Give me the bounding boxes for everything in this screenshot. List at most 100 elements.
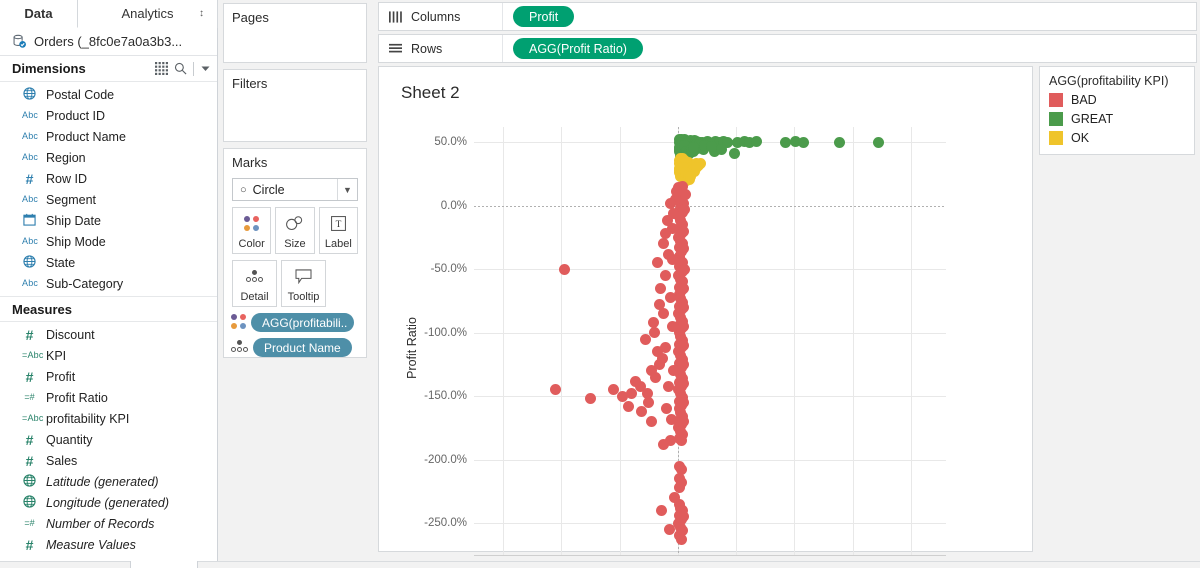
scatter-mark[interactable] xyxy=(797,136,809,148)
scatter-mark[interactable] xyxy=(659,228,671,240)
scatter-mark[interactable] xyxy=(675,534,687,546)
pages-card[interactable]: Pages xyxy=(223,3,367,63)
scatter-mark[interactable] xyxy=(665,291,677,303)
label-button[interactable]: T Label xyxy=(318,207,358,254)
columns-shelf[interactable]: Columns Profit xyxy=(378,2,1197,31)
detail-button[interactable]: Detail xyxy=(232,260,277,307)
dimension-row-id[interactable]: # Row ID xyxy=(0,168,217,189)
hash-icon: # xyxy=(25,431,34,448)
scatter-mark[interactable] xyxy=(585,393,597,405)
dimension-segment[interactable]: Abc Segment xyxy=(0,189,217,210)
scatter-mark[interactable] xyxy=(666,413,678,425)
color-legend[interactable]: AGG(profitability KPI) BAD GREAT OK xyxy=(1039,66,1195,155)
scatter-mark[interactable] xyxy=(670,186,682,198)
legend-item-ok[interactable]: OK xyxy=(1040,131,1194,145)
measure-profit[interactable]: # Profit xyxy=(0,366,217,387)
pill-profit-ratio[interactable]: AGG(Profit Ratio) xyxy=(513,38,643,59)
pill-profit[interactable]: Profit xyxy=(513,6,575,27)
filters-card[interactable]: Filters xyxy=(223,69,367,142)
scatter-plot[interactable]: Profit Ratio Profit -6K-4K-2K0K2K4K6K8K5… xyxy=(405,127,946,568)
sheet-tab[interactable] xyxy=(130,561,198,568)
measure-profitability-kpi[interactable]: =Abc profitability KPI xyxy=(0,408,217,429)
scatter-mark[interactable] xyxy=(667,253,679,265)
bottom-tab-strip[interactable] xyxy=(0,561,1200,568)
dimension-ship-mode[interactable]: Abc Ship Mode xyxy=(0,231,217,252)
mark-pill-color-label[interactable]: AGG(profitabili.. xyxy=(251,313,354,332)
scatter-mark[interactable] xyxy=(649,327,661,339)
chevron-down-icon[interactable]: ▼ xyxy=(337,179,357,200)
dimension-state[interactable]: State xyxy=(0,252,217,273)
measure-discount[interactable]: # Discount xyxy=(0,324,217,345)
dimension-region[interactable]: Abc Region xyxy=(0,147,217,168)
scatter-mark[interactable] xyxy=(654,282,666,294)
worksheet[interactable]: Sheet 2 Profit Ratio Profit -6K-4K-2K0K2… xyxy=(378,66,1033,568)
legend-swatch[interactable] xyxy=(1049,131,1063,145)
datasource-item[interactable]: Orders (_8fc0e7a0a3b3... xyxy=(0,28,217,56)
scatter-mark[interactable] xyxy=(705,140,717,152)
plot-panel[interactable] xyxy=(474,127,946,555)
scatter-mark[interactable] xyxy=(622,400,634,412)
dimension-product-name[interactable]: Abc Product Name xyxy=(0,126,217,147)
measure-number-of-records[interactable]: =# Number of Records xyxy=(0,513,217,534)
hash-icon: # xyxy=(22,328,37,342)
scatter-mark[interactable] xyxy=(650,371,662,383)
scatter-mark[interactable] xyxy=(873,136,885,148)
grid-icon[interactable] xyxy=(155,62,168,75)
legend-swatch[interactable] xyxy=(1049,93,1063,107)
mark-pill-detail-label[interactable]: Product Name xyxy=(253,338,352,357)
measure-measure-values[interactable]: # Measure Values xyxy=(0,534,217,555)
updown-caret-icon[interactable]: ↕ xyxy=(199,8,209,20)
scatter-mark[interactable] xyxy=(660,342,672,354)
search-icon[interactable] xyxy=(174,62,187,75)
scatter-mark[interactable] xyxy=(652,257,664,269)
scatter-mark[interactable] xyxy=(662,380,674,392)
tooltip-button[interactable]: Tooltip xyxy=(281,260,326,307)
size-button[interactable]: Size xyxy=(275,207,315,254)
chevron-down-icon[interactable] xyxy=(200,63,211,74)
legend-item-great[interactable]: GREAT xyxy=(1040,112,1194,126)
measure-profit-ratio[interactable]: =# Profit Ratio xyxy=(0,387,217,408)
dimension-product-id[interactable]: Abc Product ID xyxy=(0,105,217,126)
mark-pill-color[interactable]: AGG(profitabili.. xyxy=(231,313,366,332)
dimension-ship-date[interactable]: Ship Date xyxy=(0,210,217,231)
measure-kpi[interactable]: =Abc KPI xyxy=(0,345,217,366)
scatter-mark[interactable] xyxy=(643,397,655,409)
scatter-mark[interactable] xyxy=(657,352,669,364)
mark-pill-detail[interactable]: Product Name xyxy=(231,338,366,357)
scatter-mark[interactable] xyxy=(617,390,629,402)
scatter-mark[interactable] xyxy=(660,270,672,282)
scatter-mark[interactable] xyxy=(685,171,697,183)
scatter-mark[interactable] xyxy=(729,147,741,159)
scatter-mark[interactable] xyxy=(656,505,668,517)
legend-swatch[interactable] xyxy=(1049,112,1063,126)
scatter-mark[interactable] xyxy=(636,405,648,417)
rows-shelf[interactable]: Rows AGG(Profit Ratio) xyxy=(378,34,1197,63)
scatter-mark[interactable] xyxy=(834,136,846,148)
tab-analytics[interactable]: Analytics xyxy=(78,0,218,28)
scatter-mark[interactable] xyxy=(663,524,675,536)
measure-quantity[interactable]: # Quantity xyxy=(0,429,217,450)
scatter-mark[interactable] xyxy=(630,375,642,387)
scatter-mark[interactable] xyxy=(657,238,669,250)
color-button[interactable]: Color xyxy=(232,207,272,254)
scatter-mark[interactable] xyxy=(667,207,679,219)
measure-longitude-generated[interactable]: Longitude (generated) xyxy=(0,492,217,513)
scatter-mark[interactable] xyxy=(661,403,673,415)
columns-drop-zone[interactable]: Profit xyxy=(503,6,575,27)
scatter-mark[interactable] xyxy=(657,439,669,450)
dimension-sub-category[interactable]: Abc Sub-Category xyxy=(0,273,217,294)
scatter-mark[interactable] xyxy=(666,320,678,332)
dimension-postal-code[interactable]: Postal Code xyxy=(0,84,217,105)
measure-latitude-generated[interactable]: Latitude (generated) xyxy=(0,471,217,492)
tab-data[interactable]: Data xyxy=(0,0,78,28)
legend-item-bad[interactable]: BAD xyxy=(1040,93,1194,107)
scatter-mark[interactable] xyxy=(558,263,570,275)
scatter-mark[interactable] xyxy=(676,435,688,447)
scatter-mark[interactable] xyxy=(716,143,728,155)
mark-type-dropdown[interactable]: ○ Circle ▼ xyxy=(232,178,358,201)
scatter-mark[interactable] xyxy=(550,384,562,396)
scatter-mark[interactable] xyxy=(751,136,763,148)
rows-drop-zone[interactable]: AGG(Profit Ratio) xyxy=(503,38,643,59)
measure-sales[interactable]: # Sales xyxy=(0,450,217,471)
scatter-mark[interactable] xyxy=(646,416,658,428)
